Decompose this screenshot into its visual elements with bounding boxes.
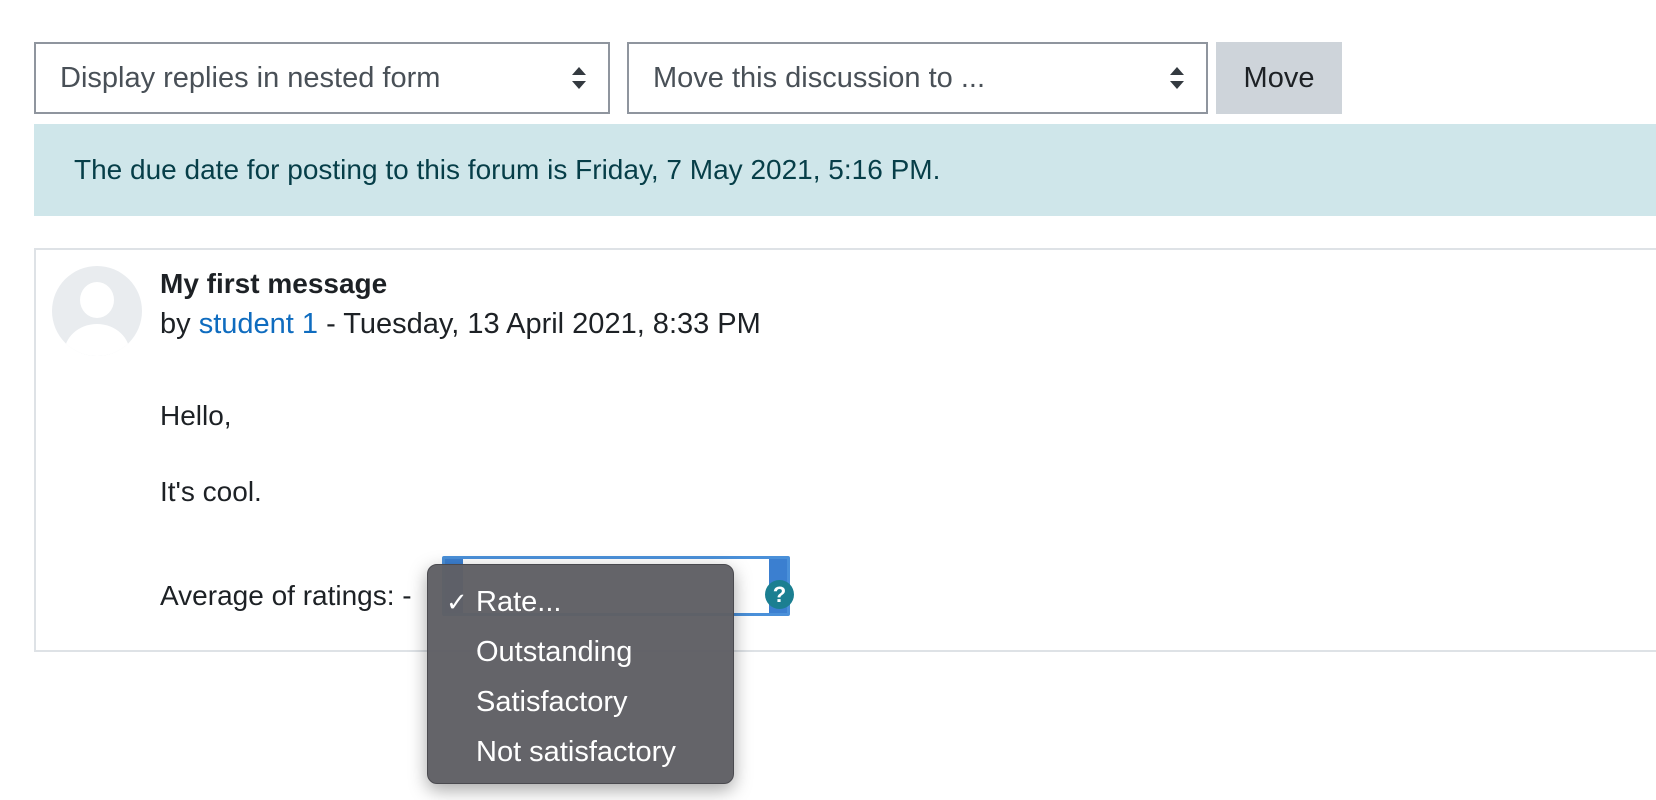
author-link[interactable]: student 1 <box>199 308 318 340</box>
post-date: - Tuesday, 13 April 2021, 8:33 PM <box>326 308 761 340</box>
forum-discussion-page: Display replies in nested form Move this… <box>0 0 1656 800</box>
post-message-line: Hello, <box>160 400 232 431</box>
move-discussion-select[interactable]: Move this discussion to ... <box>627 42 1208 114</box>
average-ratings-label: Average of ratings: - <box>160 580 412 611</box>
select-arrows-icon <box>572 67 586 89</box>
rating-option-label: Satisfactory <box>476 686 628 718</box>
select-arrows-icon <box>1170 67 1184 89</box>
help-icon[interactable]: ? <box>765 580 794 609</box>
avatar[interactable] <box>52 266 142 356</box>
forum-post: My first message by student 1 - Tuesday,… <box>34 248 1656 652</box>
checkmark-icon: ✓ <box>446 587 468 617</box>
move-button[interactable]: Move <box>1216 42 1342 114</box>
rating-option-not-satisfactory[interactable]: Not satisfactory <box>428 727 733 777</box>
post-meta: by student 1 - Tuesday, 13 April 2021, 8… <box>160 308 761 341</box>
rating-option-satisfactory[interactable]: Satisfactory <box>428 677 733 727</box>
rating-option-outstanding[interactable]: Outstanding <box>428 627 733 677</box>
move-discussion-value: Move this discussion to ... <box>653 61 986 94</box>
avatar-head-shape <box>80 282 114 318</box>
rating-option-label: Rate... <box>476 586 562 618</box>
rating-option-label: Outstanding <box>476 636 633 668</box>
display-mode-value: Display replies in nested form <box>60 61 441 94</box>
rating-option-label: Not satisfactory <box>476 736 676 768</box>
post-message-line: It's cool. <box>160 476 262 507</box>
post-title: My first message <box>160 268 388 299</box>
avatar-body-shape <box>64 324 130 356</box>
rating-dropdown-menu: ✓ Rate... Outstanding Satisfactory Not s… <box>427 564 734 784</box>
due-date-alert: The due date for posting to this forum i… <box>34 124 1656 216</box>
display-mode-select[interactable]: Display replies in nested form <box>34 42 610 114</box>
post-by-label: by <box>160 308 191 340</box>
alert-text: The due date for posting to this forum i… <box>74 154 941 185</box>
rating-option-rate[interactable]: ✓ Rate... <box>428 577 733 627</box>
